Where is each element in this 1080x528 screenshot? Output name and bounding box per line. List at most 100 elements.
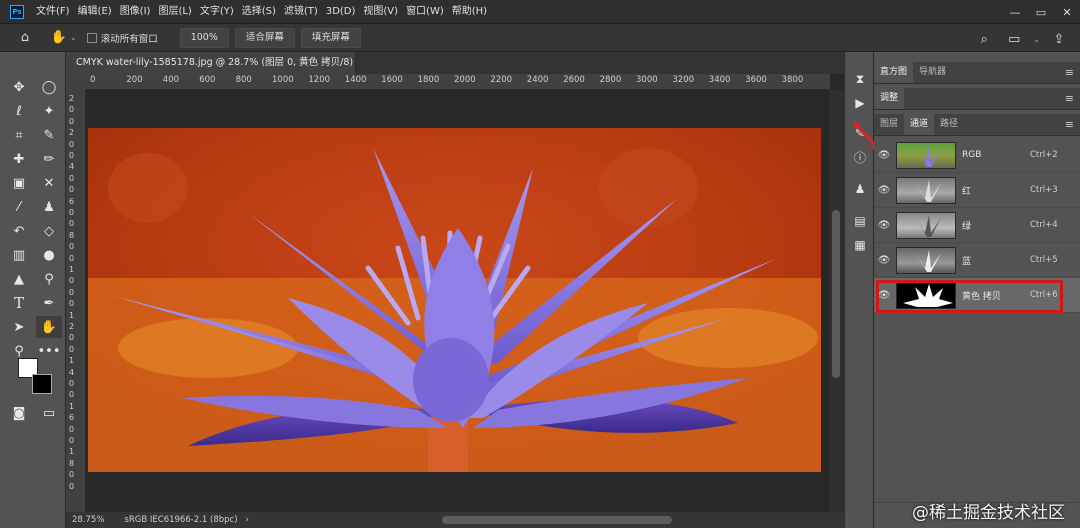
brush-icon[interactable]: ⁄ — [6, 196, 32, 218]
horizontal-scroll-thumb[interactable] — [442, 516, 672, 524]
ruler-tick-label: 0 — [69, 173, 75, 183]
search-icon[interactable]: ⌕ — [973, 28, 995, 50]
background-color-swatch[interactable] — [32, 374, 52, 394]
history-icon[interactable]: ⧗ — [851, 70, 869, 88]
minimize-button[interactable]: — — [1002, 0, 1028, 24]
ruler-tick-label: 0 — [69, 116, 75, 126]
type-icon[interactable]: T — [6, 292, 32, 314]
brush-icon[interactable]: ✏ — [36, 148, 62, 170]
tab-adjustments[interactable]: 调整 — [874, 87, 905, 109]
menu-help[interactable]: 帮助(H) — [448, 0, 491, 24]
properties-icon[interactable]: ▤ — [851, 212, 869, 230]
eye-icon[interactable]: 👁 — [874, 150, 894, 161]
channel-row-red[interactable]: 👁 红 Ctrl+3 — [874, 173, 1080, 208]
color-profile: sRGB IEC61966-2.1 (8bpc) — [124, 515, 238, 525]
menu-edit[interactable]: 编辑(E) — [74, 0, 116, 24]
close-window-button[interactable]: ✕ — [1054, 0, 1080, 24]
eye-icon[interactable]: 👁 — [874, 255, 894, 266]
fit-screen-button[interactable]: 适合屏幕 — [234, 27, 295, 48]
eyedropper-icon[interactable]: ✎ — [36, 124, 62, 146]
menu-view[interactable]: 视图(V) — [359, 0, 402, 24]
screen-mode-icon[interactable]: ▭ — [36, 402, 62, 424]
channel-row-green[interactable]: 👁 绿 Ctrl+4 — [874, 208, 1080, 243]
panel-menu-icon[interactable]: ≡ — [1065, 92, 1074, 105]
path-select-icon[interactable]: ➤ — [6, 316, 32, 338]
menu-file[interactable]: 文件(F) — [32, 0, 74, 24]
ruler-tick-label: 2400 — [526, 75, 549, 85]
menu-image[interactable]: 图像(I) — [116, 0, 155, 24]
document-tab[interactable]: CMYK water-lily-1585178.jpg @ 28.7% (图层 … — [66, 52, 356, 90]
hand-icon[interactable]: ✋ — [48, 27, 70, 49]
chevron-down-icon[interactable]: ⌄ — [1033, 35, 1040, 44]
zoom-100-button[interactable]: 100% — [179, 27, 229, 48]
stamp-icon[interactable]: ♟ — [36, 196, 62, 218]
sharpen-icon[interactable]: ▲ — [6, 268, 32, 290]
lasso-icon[interactable]: ℓ — [6, 100, 32, 122]
share-icon[interactable]: ⇪ — [1048, 28, 1070, 50]
tab-channels[interactable]: 通道 — [904, 113, 935, 135]
quick-mask-icon[interactable]: ◙ — [6, 402, 32, 424]
notes-icon[interactable]: ▦ — [851, 236, 869, 254]
menu-select[interactable]: 选择(S) — [238, 0, 280, 24]
scroll-all-checkbox[interactable] — [86, 32, 97, 43]
scroll-all-label: 滚动所有窗口 — [100, 33, 158, 45]
home-icon[interactable]: ⌂ — [14, 27, 36, 49]
magic-wand-icon[interactable]: ✦ — [36, 100, 62, 122]
more-icon[interactable]: ••• — [36, 340, 62, 362]
channel-row-rgb[interactable]: 👁 RGB Ctrl+2 — [874, 138, 1080, 173]
vertical-ruler[interactable]: 20020040060080010001200140016001800 — [66, 90, 86, 512]
menu-window[interactable]: 窗口(W) — [402, 0, 448, 24]
maximize-button[interactable]: ▭ — [1028, 0, 1054, 24]
vertical-scroll-thumb[interactable] — [832, 210, 840, 378]
channel-thumbnail — [896, 141, 956, 169]
healing-icon[interactable]: ✚ — [6, 148, 32, 170]
fill-screen-button[interactable]: 填充屏幕 — [300, 27, 361, 48]
ruler-tick-label: 8 — [69, 230, 75, 240]
gradient-icon[interactable]: ▥ — [6, 244, 32, 266]
blur-icon[interactable]: ● — [36, 244, 62, 266]
eye-icon[interactable]: 👁 — [874, 220, 894, 231]
menu-type[interactable]: 文字(Y) — [196, 0, 238, 24]
channel-name: 绿 — [962, 221, 972, 232]
menu-3d[interactable]: 3D(D) — [322, 0, 360, 24]
pen-icon[interactable]: ✒ — [36, 292, 62, 314]
tab-histogram[interactable]: 直方图 — [874, 61, 914, 83]
tab-paths[interactable]: 路径 — [934, 113, 964, 135]
actions-play-icon[interactable]: ▶ — [851, 94, 869, 112]
ruler-tick-label: 6 — [69, 413, 75, 423]
menu-filter[interactable]: 滤镜(T) — [280, 0, 322, 24]
content-move-icon[interactable]: ✕ — [36, 172, 62, 194]
ruler-tick-label: 1 — [69, 401, 75, 411]
ruler-tick-label: 0 — [69, 379, 75, 388]
crop-icon[interactable]: ⌗ — [6, 124, 32, 146]
move-icon[interactable]: ✥ — [6, 76, 32, 98]
frame-icon[interactable]: ▣ — [6, 172, 32, 194]
dodge-icon[interactable]: ⚲ — [36, 268, 62, 290]
panel-menu-icon[interactable]: ≡ — [1065, 118, 1074, 131]
water-lily-image[interactable] — [88, 128, 821, 472]
tab-navigator[interactable]: 导航器 — [913, 61, 952, 83]
ruler-tick-label: 2000 — [454, 75, 476, 85]
eraser-icon[interactable]: ◇ — [36, 220, 62, 242]
options-bar: ⌂ ✋ ⌄ 滚动所有窗口 100% 适合屏幕 填充屏幕 ⌕ ▭ ⌄ ⇪ — [0, 24, 1080, 52]
ruler-tick-label: 0 — [69, 424, 75, 434]
ruler-tick-label: 400 — [162, 75, 180, 85]
workspace-icon[interactable]: ▭ — [1003, 28, 1025, 50]
ruler-tick-label: 0 — [69, 105, 75, 115]
history-brush-icon[interactable]: ↶ — [6, 220, 32, 242]
channel-row-blue[interactable]: 👁 蓝 Ctrl+5 — [874, 243, 1080, 278]
chevron-down-icon[interactable]: ⌄ — [70, 33, 77, 42]
channel-thumbnail — [896, 246, 956, 274]
eye-icon[interactable]: 👁 — [874, 185, 894, 196]
channel-thumbnail — [896, 211, 956, 239]
menu-layer[interactable]: 图层(L) — [154, 0, 195, 24]
hand-icon[interactable]: ✋ — [36, 316, 62, 338]
marquee-icon[interactable]: ◯ — [36, 76, 62, 98]
clone-source-icon[interactable]: ♟ — [851, 180, 869, 198]
status-arrow-icon[interactable]: › — [246, 515, 249, 525]
tab-layers[interactable]: 图层 — [874, 113, 904, 135]
zoom-status[interactable]: 28.75% — [72, 515, 104, 525]
horizontal-ruler[interactable]: 0 200 400 600 800 1000 1200 1400 1600 1800 2000 220… — [86, 74, 830, 90]
panel-menu-icon[interactable]: ≡ — [1065, 66, 1074, 79]
ruler-tick-label: 0 — [69, 344, 75, 354]
